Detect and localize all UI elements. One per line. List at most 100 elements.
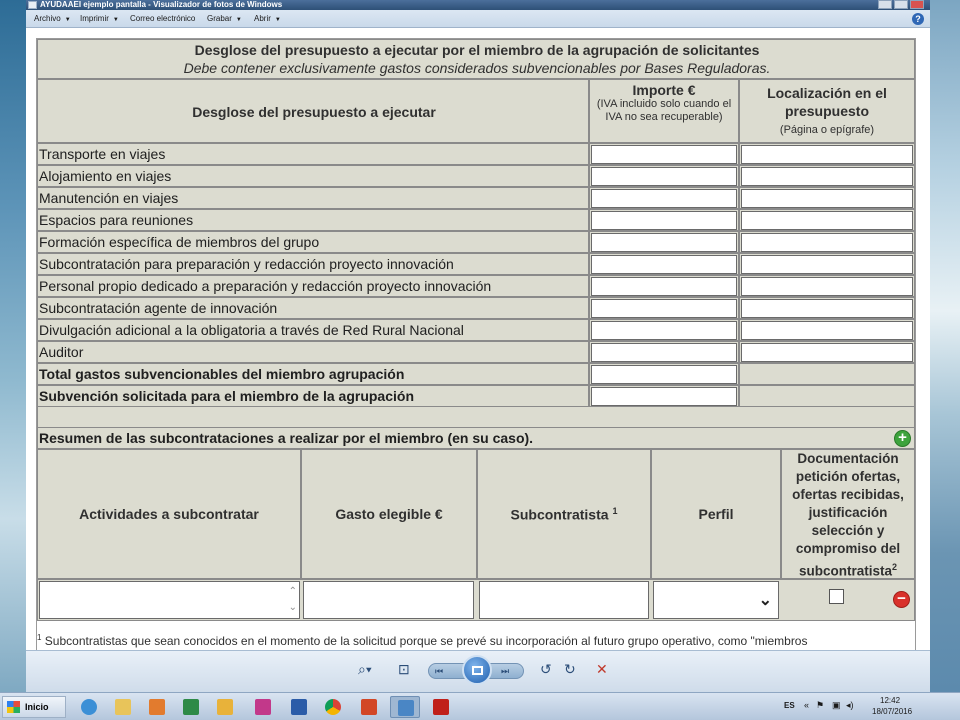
localizacion-input[interactable]	[741, 145, 913, 164]
localizacion-input[interactable]	[741, 189, 913, 208]
importe-input[interactable]	[591, 167, 737, 186]
budget-row-label: Transporte en viajes	[39, 146, 166, 162]
rotate-right-icon[interactable]: ↻	[564, 661, 576, 678]
localizacion-input[interactable]	[741, 321, 913, 340]
image-view-area: Desglose del presupuesto a ejecutar por …	[26, 28, 930, 650]
taskbar-outlook[interactable]	[210, 696, 240, 718]
budget-form-image: Desglose del presupuesto a ejecutar por …	[36, 38, 916, 650]
col-subcontratista-header: Subcontratista 1	[477, 449, 651, 579]
subcontratista-input[interactable]	[479, 581, 649, 619]
minimize-button[interactable]	[878, 0, 892, 9]
budget-row: Personal propio dedicado a preparación y…	[37, 275, 589, 297]
start-label: Inicio	[25, 702, 49, 712]
importe-input[interactable]	[591, 321, 737, 340]
delete-icon[interactable]: ✕	[596, 661, 608, 678]
col-localizacion-note: (Página o epígrafe)	[779, 124, 875, 136]
localizacion-input[interactable]	[741, 343, 913, 362]
gasto-elegible-input[interactable]	[303, 581, 474, 619]
taskbar-excel[interactable]	[176, 696, 206, 718]
window-title: AYUDAAEI ejemplo pantalla - Visualizador…	[40, 0, 283, 9]
slideshow-icon	[472, 666, 483, 675]
subvencion-localizacion-cell	[739, 385, 915, 407]
budget-row: Manutención en viajes	[37, 187, 589, 209]
chevron-down-icon: ⌄	[758, 592, 772, 609]
localizacion-input[interactable]	[741, 277, 913, 296]
menu-archivo[interactable]: Archivo ▼	[34, 14, 71, 23]
taskbar-acrobat[interactable]	[426, 696, 456, 718]
budget-row-label: Formación específica de miembros del gru…	[39, 234, 320, 250]
subvencion-row: Subvención solicitada para el miembro de…	[37, 385, 589, 407]
flag-icon[interactable]: ⚑	[816, 700, 824, 711]
total-localizacion-cell	[739, 363, 915, 385]
taskbar-media[interactable]	[142, 696, 172, 718]
actividades-textarea[interactable]: ⌃ ⌄	[39, 581, 300, 619]
importe-input[interactable]	[591, 189, 737, 208]
menu-imprimir[interactable]: Imprimir ▼	[80, 14, 119, 23]
col-gasto-label: Gasto elegible €	[335, 506, 443, 522]
col-desglose-header: Desglose del presupuesto a ejecutar	[37, 79, 589, 143]
importe-input[interactable]	[591, 211, 737, 230]
menu-grabar[interactable]: Grabar ▼	[207, 14, 242, 23]
footnote-number: 1	[37, 633, 42, 642]
section-spacer	[37, 407, 915, 427]
documentacion-checkbox[interactable]	[829, 589, 844, 604]
taskbar-powerpoint[interactable]	[354, 696, 384, 718]
textarea-scroll-arrows[interactable]: ⌃ ⌄	[289, 584, 297, 616]
importe-input[interactable]	[591, 233, 737, 252]
localizacion-input[interactable]	[741, 167, 913, 186]
viewer-app-icon	[28, 1, 37, 9]
remove-row-icon[interactable]: −	[893, 591, 910, 608]
localizacion-input[interactable]	[741, 299, 913, 318]
importe-input[interactable]	[591, 343, 737, 362]
chrome-icon	[325, 699, 341, 715]
next-icon[interactable]: ⏭	[501, 666, 509, 677]
localizacion-input[interactable]	[741, 211, 913, 230]
excel-icon	[183, 699, 199, 715]
total-importe-input[interactable]	[591, 365, 737, 384]
previous-icon[interactable]: ⏮	[435, 666, 443, 677]
maximize-button[interactable]	[894, 0, 908, 9]
importe-input[interactable]	[591, 277, 737, 296]
taskbar-app-pink[interactable]	[248, 696, 278, 718]
show-hidden-icons[interactable]: «	[804, 700, 809, 710]
col-localizacion-title: Localización en el presupuesto	[767, 85, 887, 119]
start-button[interactable]: Inicio	[2, 696, 66, 718]
word-icon	[291, 699, 307, 715]
photo-viewer-icon	[398, 700, 414, 716]
importe-input[interactable]	[591, 299, 737, 318]
menu-abrir[interactable]: Abrir ▼	[254, 14, 281, 23]
perfil-select[interactable]: ⌄	[653, 581, 779, 619]
slideshow-button[interactable]	[462, 655, 492, 685]
budget-row: Transporte en viajes	[37, 143, 589, 165]
taskbar-word[interactable]	[284, 696, 314, 718]
close-window-button[interactable]	[910, 0, 924, 9]
localizacion-input[interactable]	[741, 255, 913, 274]
subvencion-importe-input[interactable]	[591, 387, 737, 406]
help-icon[interactable]: ?	[912, 13, 924, 25]
clock-date[interactable]: 18/07/2016	[872, 707, 912, 716]
taskbar-explorer[interactable]	[108, 696, 138, 718]
desktop-background-right	[930, 0, 960, 692]
localizacion-input[interactable]	[741, 233, 913, 252]
volume-icon[interactable]: ◂)	[846, 700, 854, 711]
zoom-icon[interactable]: ⌕▾	[358, 661, 372, 678]
col-perfil-label: Perfil	[698, 506, 734, 522]
importe-input[interactable]	[591, 255, 737, 274]
col-gasto-header: Gasto elegible €	[301, 449, 477, 579]
importe-input[interactable]	[591, 145, 737, 164]
taskbar-ie[interactable]	[74, 696, 104, 718]
network-icon[interactable]: ▣	[832, 700, 841, 711]
language-indicator[interactable]: ES	[784, 701, 795, 710]
budget-row: Alojamiento en viajes	[37, 165, 589, 187]
photo-viewer-window: AYUDAAEI ejemplo pantalla - Visualizador…	[26, 0, 930, 692]
budget-row-label: Personal propio dedicado a preparación y…	[39, 278, 492, 294]
system-tray: ES « ⚑ ▣ ◂) 12:42 18/07/2016	[780, 693, 960, 720]
add-row-icon[interactable]: +	[894, 430, 911, 447]
rotate-left-icon[interactable]: ↺	[540, 661, 552, 678]
taskbar-chrome[interactable]	[318, 696, 348, 718]
taskbar-photo-viewer[interactable]	[390, 696, 420, 718]
clock-time[interactable]: 12:42	[880, 696, 900, 705]
menu-correo: Correo electrónico	[130, 14, 196, 23]
fit-window-icon[interactable]: ⊡	[398, 661, 410, 678]
budget-row-label: Manutención en viajes	[39, 190, 179, 206]
